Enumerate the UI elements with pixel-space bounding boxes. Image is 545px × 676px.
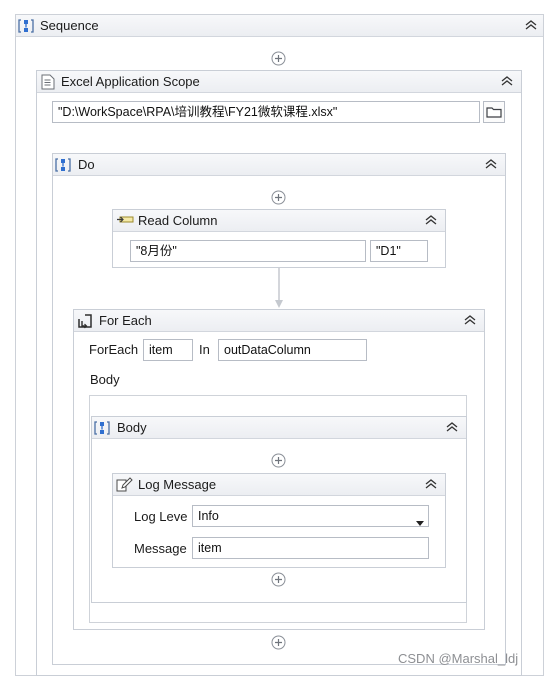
collapse-icon[interactable]: [499, 74, 515, 88]
read-column-header[interactable]: Read Column: [113, 210, 445, 232]
collapse-icon[interactable]: [462, 313, 478, 327]
body-sequence-header[interactable]: Body: [92, 417, 466, 439]
excel-scope-header[interactable]: Excel Application Scope: [37, 71, 521, 93]
do-header[interactable]: Do: [53, 154, 505, 176]
body-sequence-title: Body: [117, 420, 147, 435]
collapse-icon[interactable]: [423, 213, 439, 227]
add-activity-icon[interactable]: [271, 572, 286, 587]
log-message-title: Log Message: [138, 477, 217, 492]
add-activity-icon[interactable]: [271, 190, 286, 205]
message-input[interactable]: item: [192, 537, 429, 559]
read-column-title: Read Column: [138, 213, 218, 228]
collapse-icon[interactable]: [483, 157, 499, 171]
item-variable-input[interactable]: item: [143, 339, 193, 361]
in-label: In: [199, 342, 210, 357]
connector-arrow: [274, 268, 284, 313]
add-activity-icon[interactable]: [271, 635, 286, 650]
starting-cell-input[interactable]: "D1": [370, 240, 428, 262]
sequence-icon: [94, 420, 110, 439]
foreach-label: ForEach: [89, 342, 139, 357]
log-level-label: Log Leve: [134, 509, 188, 524]
log-message-icon: [116, 477, 133, 496]
excel-scope-title: Excel Application Scope: [61, 74, 200, 89]
read-column-icon: [116, 214, 134, 229]
watermark: CSDN @Marshal_ldj: [398, 651, 519, 666]
sequence-icon: [18, 18, 34, 37]
for-each-title: For Each: [99, 313, 152, 328]
collapse-icon[interactable]: [444, 420, 460, 434]
dropdown-arrow-icon[interactable]: [416, 513, 424, 526]
collapse-icon[interactable]: [523, 18, 539, 32]
body-label: Body: [90, 372, 120, 387]
add-activity-icon[interactable]: [271, 453, 286, 468]
do-title: Do: [78, 157, 95, 172]
sequence-icon: [55, 157, 71, 176]
workbook-path-input[interactable]: "D:\WorkSpace\RPA\培训教程\FY21微软课程.xlsx": [52, 101, 480, 123]
log-level-select[interactable]: Info: [192, 505, 429, 527]
sequence-title: Sequence: [40, 18, 99, 33]
sequence-header[interactable]: Sequence: [16, 15, 543, 37]
sheet-name-input[interactable]: "8月份": [130, 240, 366, 262]
log-level-value: Info: [198, 509, 219, 523]
collapse-icon[interactable]: [423, 477, 439, 491]
log-message-header[interactable]: Log Message: [113, 474, 445, 496]
for-each-header[interactable]: For Each: [74, 310, 484, 332]
folder-icon[interactable]: [483, 101, 505, 123]
collection-input[interactable]: outDataColumn: [218, 339, 367, 361]
message-label: Message: [134, 541, 187, 556]
for-each-icon: [77, 313, 93, 332]
add-activity-icon[interactable]: [271, 51, 286, 66]
excel-scope-icon: [41, 74, 55, 93]
